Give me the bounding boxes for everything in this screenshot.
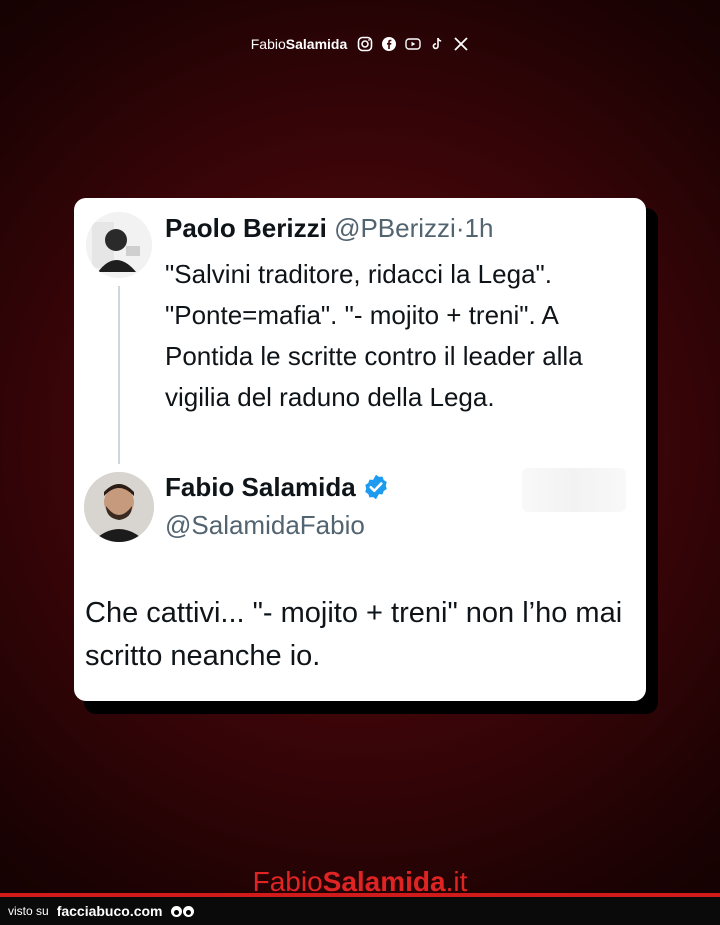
- tweet1-author-name[interactable]: Paolo Berizzi: [165, 213, 327, 243]
- youtube-icon[interactable]: [405, 36, 421, 52]
- tweet1-header: Paolo Berizzi @PBerizzi·1h: [165, 212, 493, 244]
- x-icon[interactable]: [453, 36, 469, 52]
- brand-name-first: Fabio: [250, 36, 286, 52]
- site-name[interactable]: facciabuco.com: [57, 903, 163, 919]
- tweet1-time[interactable]: 1h: [464, 213, 493, 243]
- brand-name: FabioSalamida: [251, 36, 348, 52]
- avatar[interactable]: [84, 472, 154, 542]
- tweet2-text: Che cattivi... "- mojito + treni" non l’…: [85, 597, 623, 672]
- instagram-icon[interactable]: [357, 36, 373, 52]
- avatar[interactable]: [86, 212, 152, 278]
- verified-badge-icon: [362, 473, 390, 501]
- tweet2-author: Fabio Salamida: [165, 470, 390, 504]
- tweet1-handle[interactable]: @PBerizzi: [334, 213, 456, 243]
- brand-name-last: Salamida: [285, 36, 348, 52]
- social-icons: [357, 36, 469, 52]
- eyes-logo-icon: [170, 905, 194, 917]
- tiktok-icon[interactable]: [429, 36, 445, 52]
- tweet-card: Paolo Berizzi @PBerizzi·1h "Salvini trad…: [74, 198, 646, 701]
- facebook-icon[interactable]: [381, 36, 397, 52]
- watermark-bar: visto su facciabuco.com: [0, 897, 720, 925]
- tweet1-text: "Salvini traditore, ridacci la Lega". "P…: [165, 259, 583, 412]
- brand-header: FabioSalamida: [0, 36, 720, 52]
- blurred-area: [522, 468, 626, 512]
- thread-line: [118, 286, 120, 464]
- visto-su-label: visto su: [8, 904, 49, 918]
- tweet2-handle[interactable]: @SalamidaFabio: [165, 508, 365, 542]
- tweet2-author-name[interactable]: Fabio Salamida: [165, 470, 356, 504]
